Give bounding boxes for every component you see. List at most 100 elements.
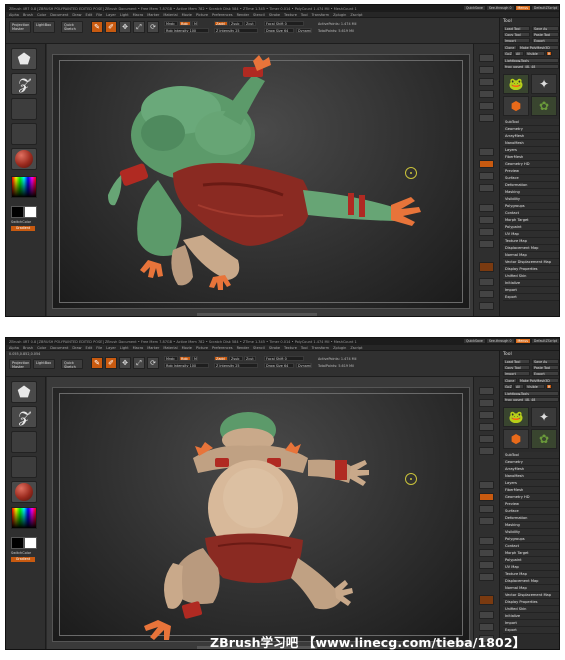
transp-icon[interactable]: [479, 278, 494, 286]
menu-item-tool[interactable]: Tool: [301, 13, 308, 17]
color-picker[interactable]: [11, 176, 37, 198]
switch-color-label[interactable]: SwitchColor: [11, 220, 31, 224]
frame-icon[interactable]: [479, 537, 494, 545]
menu-item-layer[interactable]: Layer: [106, 346, 116, 350]
menu-item-edit[interactable]: Edit: [86, 13, 93, 17]
subpalette-polypaint[interactable]: Polypaint: [503, 224, 559, 231]
menus-button[interactable]: Menus: [515, 339, 530, 343]
gradient-button[interactable]: Gradient: [11, 557, 35, 562]
import-button[interactable]: Import: [503, 38, 530, 43]
pm3d-tool-thumb[interactable]: ✿: [531, 96, 557, 116]
move-button[interactable]: ✥: [119, 21, 131, 33]
menu-item-render[interactable]: Render: [237, 346, 249, 350]
menu-item-zscript[interactable]: Zscript: [350, 346, 362, 350]
subpalette-arraymesh[interactable]: ArrayMesh: [503, 133, 559, 140]
menu-item-zplugin[interactable]: Zplugin: [333, 346, 346, 350]
clone-button[interactable]: Clone: [503, 378, 517, 383]
xyz-icon[interactable]: [479, 184, 494, 192]
subpalette-layers[interactable]: Layers: [503, 147, 559, 154]
menu-item-alpha[interactable]: Alpha: [9, 346, 19, 350]
aahalf-icon[interactable]: [479, 447, 494, 455]
subpalette-subtool[interactable]: SubTool: [503, 119, 559, 126]
cylinder-tool-thumb[interactable]: ⬢: [503, 96, 529, 116]
subpalette-masking[interactable]: Masking: [503, 522, 559, 529]
subpalette-vector-displacement-map[interactable]: Vector Displacement Map: [503, 259, 559, 266]
projection-master-button[interactable]: Projection Master: [9, 359, 31, 369]
persp-icon[interactable]: [479, 481, 494, 489]
spix-icon[interactable]: [479, 399, 494, 407]
lightbox-tools-button[interactable]: Lightbox▸Tools: [503, 58, 559, 63]
material-button[interactable]: [11, 148, 37, 170]
make-polymesh3d-button[interactable]: Make PolyMesh3D: [518, 378, 559, 383]
subpalette-texture-map[interactable]: Texture Map: [503, 238, 559, 245]
frog-tool-thumb[interactable]: 🐸: [503, 407, 529, 427]
subpalette-vector-displacement-map[interactable]: Vector Displacement Map: [503, 592, 559, 599]
menu-item-marker[interactable]: Marker: [147, 346, 159, 350]
subpalette-deformation[interactable]: Deformation: [503, 515, 559, 522]
canvas[interactable]: [47, 44, 473, 316]
menu-item-preferences[interactable]: Preferences: [212, 13, 233, 17]
subpalette-subtool[interactable]: SubTool: [503, 452, 559, 459]
floor-icon[interactable]: [479, 493, 494, 501]
clone-button[interactable]: Clone: [503, 45, 517, 50]
menu-item-macro[interactable]: Macro: [133, 13, 144, 17]
menu-item-movie[interactable]: Movie: [182, 346, 192, 350]
rgb-intensity-slider[interactable]: Rgb Intensity 100: [164, 28, 209, 33]
focal-shift-slider[interactable]: Focal Shift 0: [264, 356, 304, 361]
visible-button[interactable]: Visible: [525, 51, 545, 56]
zoom-icon[interactable]: [479, 423, 494, 431]
subpalette-polygroups[interactable]: Polygroups: [503, 536, 559, 543]
aahalf-icon[interactable]: [479, 114, 494, 122]
subpalette-fibermesh[interactable]: FiberMesh: [503, 154, 559, 161]
spix-icon[interactable]: [479, 66, 494, 74]
see-through-slider[interactable]: See-through 0: [486, 6, 514, 10]
menu-item-transform[interactable]: Transform: [312, 346, 329, 350]
scroll-icon[interactable]: [479, 78, 494, 86]
lightbox-tools-button[interactable]: Lightbox▸Tools: [503, 391, 559, 396]
lightbox-button[interactable]: LightBox: [33, 359, 55, 369]
current-tool-slider[interactable]: frog_posed_48. 48: [503, 64, 559, 69]
rgb-intensity-slider[interactable]: Rgb Intensity 100: [164, 363, 209, 368]
subpalette-import[interactable]: Import: [503, 287, 559, 294]
color-swatches[interactable]: [11, 537, 37, 549]
r-button[interactable]: R: [546, 51, 552, 56]
subpalette-export[interactable]: Export: [503, 294, 559, 301]
subpalette-fibermesh[interactable]: FiberMesh: [503, 487, 559, 494]
subpalette-initialize[interactable]: Initialize: [503, 613, 559, 620]
see-through-slider[interactable]: See-through 0: [486, 339, 514, 343]
canvas[interactable]: [47, 377, 473, 649]
draw-size-slider[interactable]: Draw Size 64: [264, 363, 294, 368]
copy-tool-button[interactable]: Copy Tool: [503, 365, 530, 370]
simplebrush-tool-thumb[interactable]: ✦: [531, 407, 557, 427]
subpalette-surface[interactable]: Surface: [503, 508, 559, 515]
z-intensity-slider[interactable]: Z Intensity 25: [214, 28, 258, 33]
visible-button[interactable]: Visible: [525, 384, 545, 389]
subpalette-preview[interactable]: Preview: [503, 501, 559, 508]
subpalette-initialize[interactable]: Initialize: [503, 280, 559, 287]
current-tool-button[interactable]: ⬟: [11, 381, 37, 403]
bpr-icon[interactable]: [479, 54, 494, 62]
menu-item-document[interactable]: Document: [50, 346, 68, 350]
menu-item-picture[interactable]: Picture: [196, 346, 208, 350]
subpalette-displacement-map[interactable]: Displacement Map: [503, 578, 559, 585]
cylinder-tool-thumb[interactable]: ⬢: [503, 429, 529, 449]
zcut-toggle[interactable]: Zcut: [244, 356, 256, 361]
move-button[interactable]: ✥: [119, 357, 131, 369]
scale-view-icon[interactable]: [479, 561, 494, 569]
polyf-icon[interactable]: [479, 262, 494, 272]
subpalette-morph-target[interactable]: Morph Target: [503, 550, 559, 557]
subpalette-unified-skin[interactable]: Unified Skin: [503, 606, 559, 613]
solo-icon[interactable]: [479, 623, 494, 631]
r-button[interactable]: R: [546, 384, 552, 389]
z-intensity-slider[interactable]: Z Intensity 25: [214, 363, 258, 368]
solo-icon[interactable]: [479, 290, 494, 298]
quicksave-button[interactable]: QuickSave: [463, 6, 485, 10]
subpalette-display-properties[interactable]: Display Properties: [503, 266, 559, 273]
alpha-button[interactable]: [11, 123, 37, 145]
default-zscript-button[interactable]: DefaultZScript: [531, 339, 559, 343]
persp-icon[interactable]: [479, 148, 494, 156]
material-button[interactable]: [11, 481, 37, 503]
menu-item-light[interactable]: Light: [120, 346, 129, 350]
subpalette-displacement-map[interactable]: Displacement Map: [503, 245, 559, 252]
export-button[interactable]: Export: [532, 38, 559, 43]
